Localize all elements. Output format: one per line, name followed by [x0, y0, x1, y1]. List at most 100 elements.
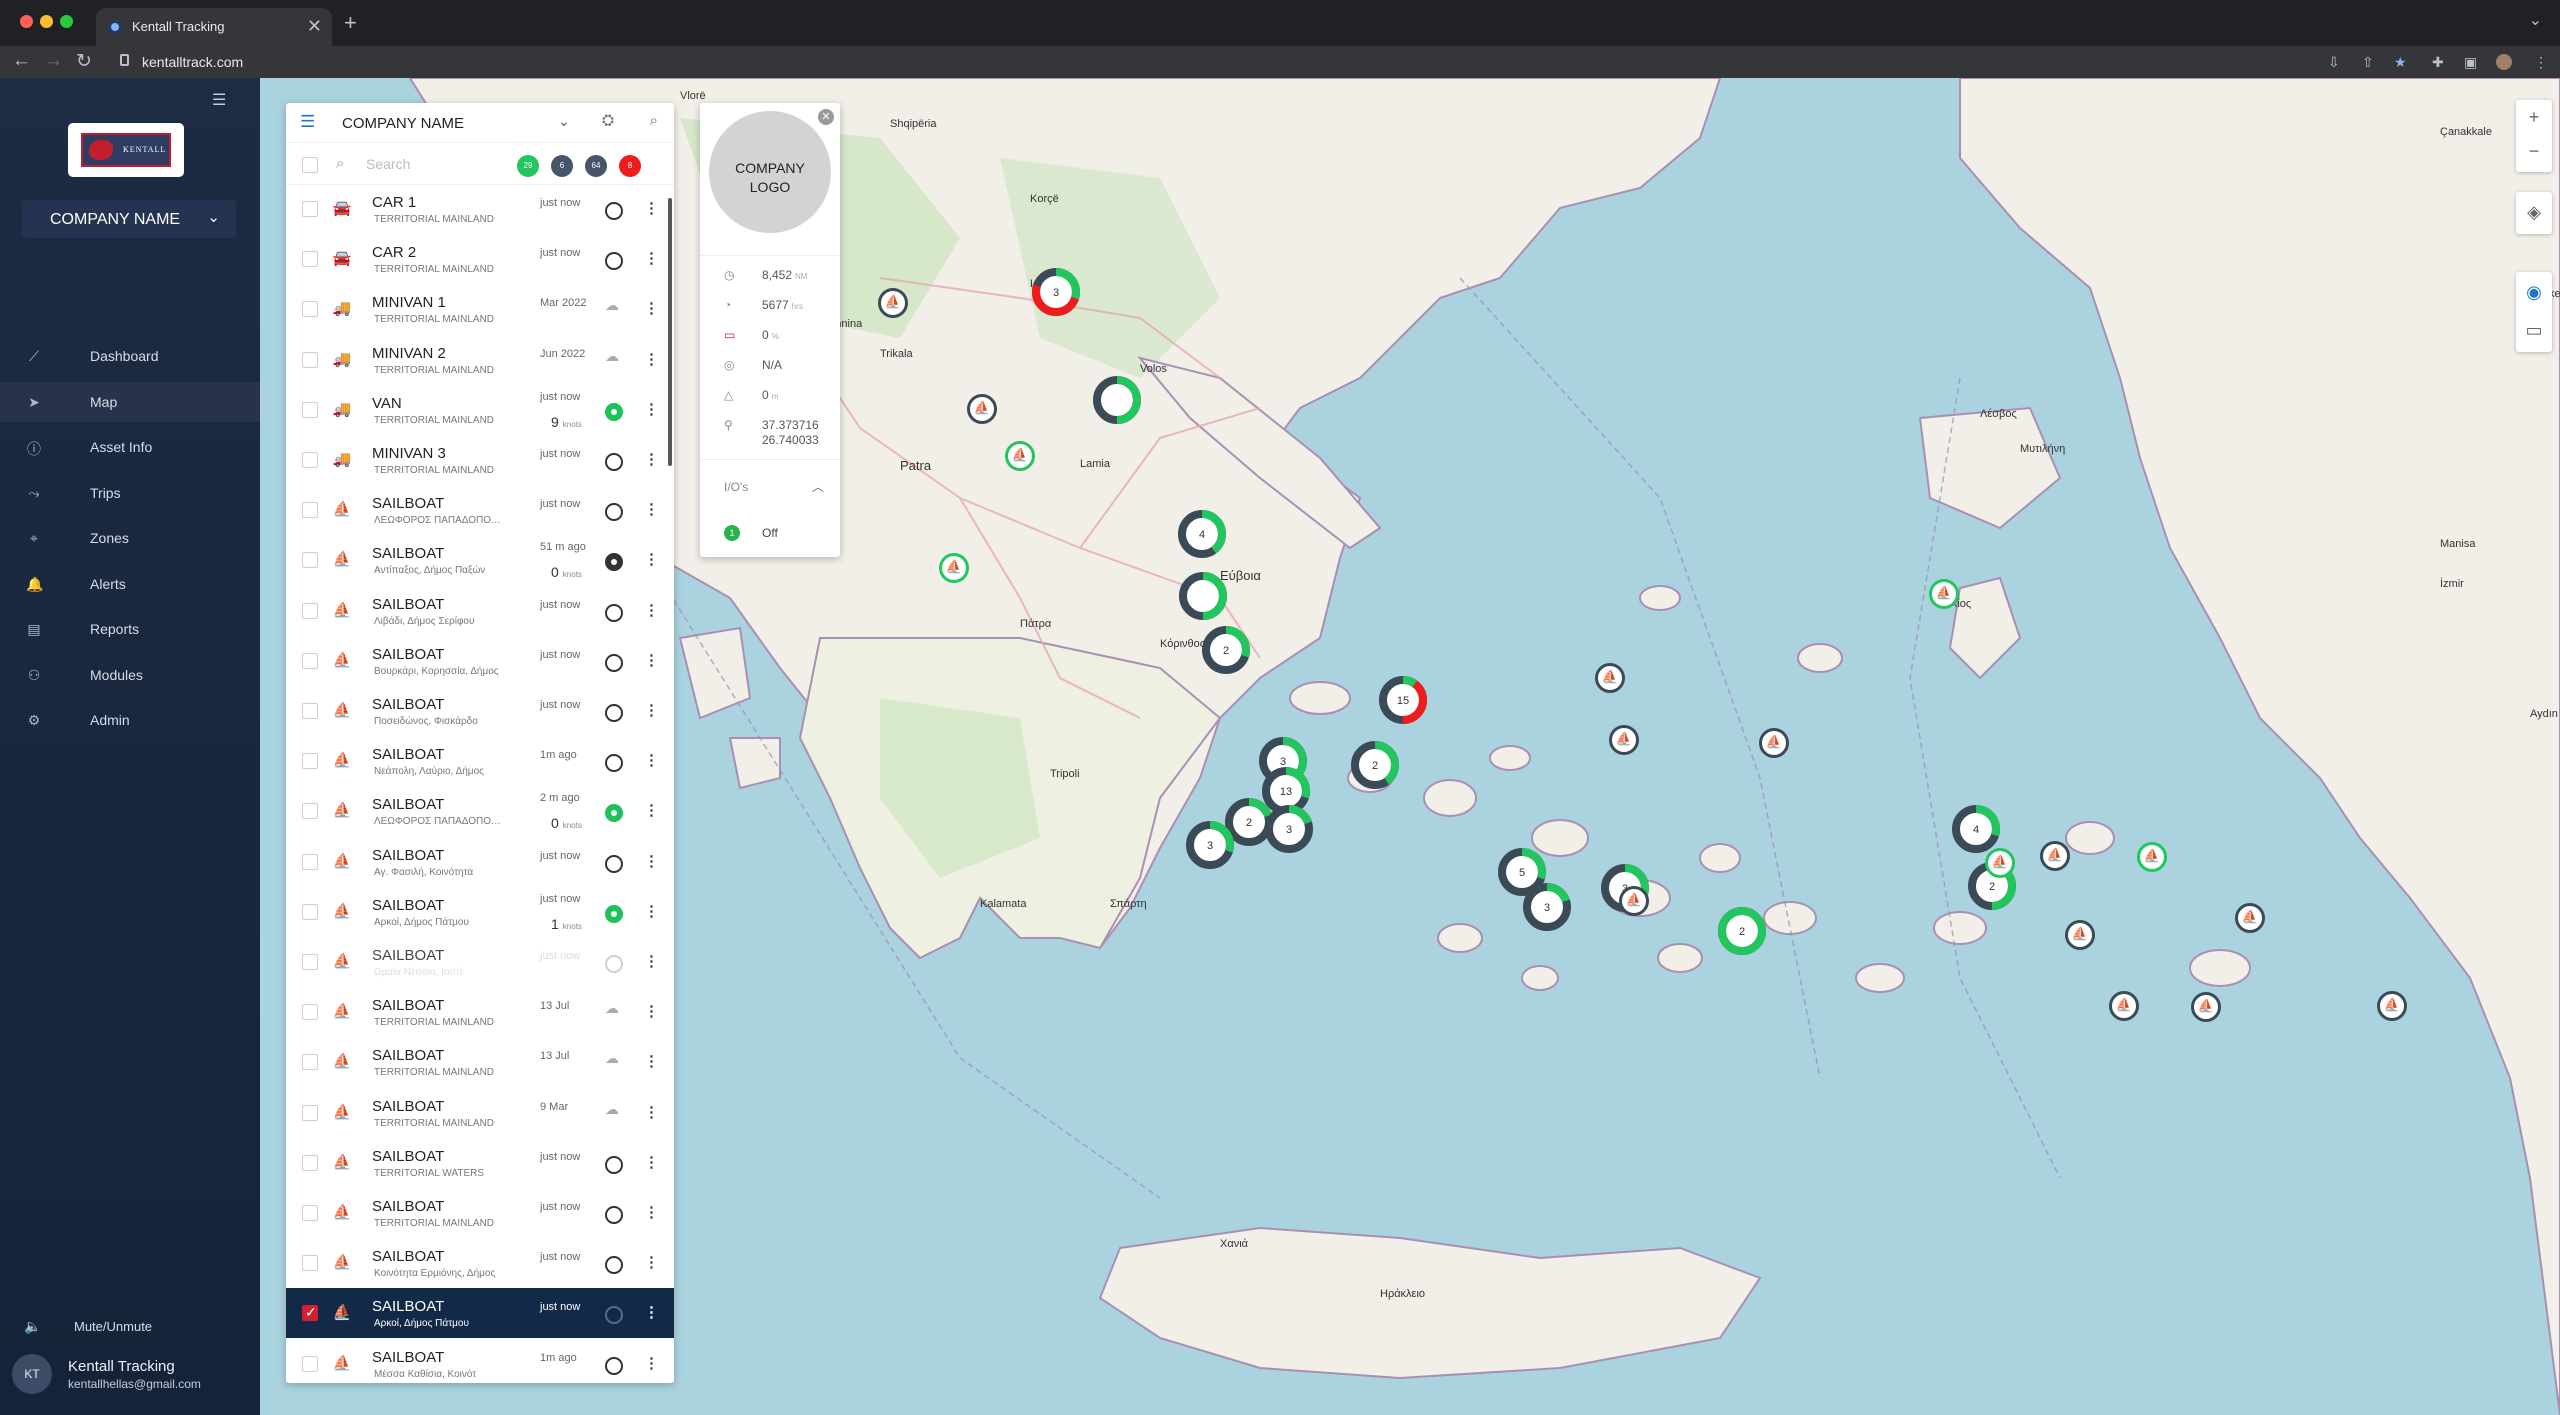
row-checkbox[interactable] [302, 803, 318, 820]
browser-tab[interactable]: Kentall Tracking ✕ [96, 8, 332, 46]
row-checkbox[interactable] [302, 1304, 318, 1322]
status-count-badge[interactable]: 6 [551, 155, 573, 177]
asset-row[interactable]: ⛵ SAILBOAT Αρκοί, Δήμος Πάτμου just now 1 kno… [286, 887, 674, 937]
sailboat-marker-icon[interactable]: ⛵ [878, 288, 908, 318]
sailboat-marker-icon[interactable]: ⛵ [2235, 903, 2265, 933]
row-menu-icon[interactable]: ⋮ [644, 1303, 659, 1321]
asset-row[interactable]: ⛵ SAILBOAT Νεάπολη, Λαύριο, Δήμος 1m ago ⋮ [286, 736, 674, 786]
cluster-marker[interactable] [1091, 374, 1143, 426]
row-checkbox[interactable] [302, 1154, 318, 1171]
row-menu-icon[interactable]: ⋮ [644, 1052, 659, 1070]
asset-row[interactable]: ⛵ SAILBOAT Κοινότητα Ερμιόνης, Δήμος just n… [286, 1238, 674, 1288]
asset-row[interactable]: ⛵ SAILBOAT Αντίπαξος, Δήμος Παξών 51 m ago 0… [286, 535, 674, 585]
asset-row[interactable]: 🚚 MINIVAN 2 TERRITORIAL MAINLAND Jun 2022 ☁ ⋮ [286, 335, 674, 385]
row-menu-icon[interactable]: ⋮ [644, 350, 659, 368]
row-menu-icon[interactable]: ⋮ [644, 1354, 659, 1372]
sailboat-marker-icon[interactable]: ⛵ [1929, 579, 1959, 609]
row-checkbox[interactable] [302, 1004, 318, 1021]
row-checkbox[interactable] [302, 1355, 318, 1372]
install-app-icon[interactable]: ⇩ [2328, 54, 2340, 71]
address-bar[interactable]: kentalltrack.com [104, 49, 2304, 75]
cluster-marker[interactable]: 2 [1716, 905, 1768, 957]
asset-row[interactable]: ⛵ SAILBOAT Μέσσα Καθίσια, Κοινότ 1m ago ⋮ [286, 1339, 674, 1383]
sailboat-marker-icon[interactable]: ⛵ [2040, 841, 2070, 871]
chevron-up-icon[interactable]: ︿ [812, 478, 824, 495]
cluster-marker[interactable]: 3 [1521, 881, 1573, 933]
row-checkbox[interactable] [302, 1104, 318, 1121]
row-menu-icon[interactable]: ⋮ [644, 701, 659, 719]
cluster-marker[interactable]: 3 [1030, 266, 1082, 318]
row-menu-icon[interactable]: ⋮ [644, 299, 659, 317]
asset-row[interactable]: ⛵ SAILBOAT ΛΕΩΦΟΡΟΣ ΠΑΠΑΔΟΠΟΥΛΟΥ 2 m ago 0 kn… [286, 786, 674, 836]
zoom-search-icon[interactable]: ⌕ [650, 112, 658, 129]
sailboat-marker-icon[interactable]: ⛵ [2109, 991, 2139, 1021]
close-window-icon[interactable] [20, 15, 33, 28]
row-menu-icon[interactable]: ⋮ [644, 952, 659, 970]
asset-row[interactable]: ⛵ SAILBOAT Ποσειδώνος, Φισκάρδο just now ⋮ [286, 686, 674, 736]
sidebar-item-asset-info[interactable]: ⓘ Asset Info [0, 427, 260, 467]
cluster-marker[interactable]: 2 [1349, 739, 1401, 791]
cluster-marker[interactable]: 3 [1263, 803, 1315, 855]
row-menu-icon[interactable]: ⋮ [644, 450, 659, 468]
row-checkbox[interactable] [302, 552, 318, 569]
asset-row[interactable]: ⛵ SAILBOAT Αγ. Φασιλή, Κοινότητα just now ⋮ [286, 837, 674, 887]
sidebar-item-dashboard[interactable]: ⟋ Dashboard [0, 336, 260, 376]
share-icon[interactable]: ⇧ [2362, 54, 2374, 71]
extensions-icon[interactable]: ✚ [2432, 54, 2444, 71]
locate-icon[interactable]: ◉ [2516, 282, 2552, 303]
asset-row[interactable]: ⛵ SAILBOAT ΛΕΩΦΟΡΟΣ ΠΑΠΑΔΟΠΟΥΛΟΥ just now ⋮ [286, 485, 674, 535]
sidebar-item-alerts[interactable]: 🔔 Alerts [0, 564, 260, 604]
status-count-badge[interactable]: 8 [619, 155, 641, 177]
list-scrollbar[interactable] [668, 198, 672, 466]
sidebar-item-reports[interactable]: ▤ Reports [0, 609, 260, 649]
cluster-marker[interactable] [1177, 570, 1229, 622]
row-checkbox[interactable] [302, 201, 318, 217]
row-checkbox[interactable] [302, 903, 318, 920]
sailboat-marker-icon[interactable]: ⛵ [1985, 848, 2015, 878]
new-tab-button[interactable]: + [344, 10, 357, 36]
row-menu-icon[interactable]: ⋮ [644, 500, 659, 518]
sailboat-marker-icon[interactable]: ⛵ [2377, 991, 2407, 1021]
sidebar-item-admin[interactable]: ⚙ Admin [0, 700, 260, 740]
asset-row[interactable]: ⛵ SAILBOAT TERRITORIAL MAINLAND 13 Jul ☁ ⋮ [286, 1037, 674, 1087]
row-checkbox[interactable] [302, 1054, 318, 1071]
row-checkbox[interactable] [302, 753, 318, 770]
row-menu-icon[interactable]: ⋮ [644, 1153, 659, 1171]
row-checkbox[interactable] [302, 351, 318, 368]
row-menu-icon[interactable]: ⋮ [644, 550, 659, 568]
maximize-window-icon[interactable] [60, 15, 73, 28]
tab-search-icon[interactable]: ⌄ [2529, 10, 2542, 30]
row-checkbox[interactable] [302, 1205, 318, 1221]
sailboat-marker-icon[interactable]: ⛵ [1005, 441, 1035, 471]
row-checkbox[interactable] [302, 602, 318, 619]
asset-row[interactable]: ⛵ SAILBOAT TERRITORIAL MAINLAND 9 Mar ☁ ⋮ [286, 1088, 674, 1138]
measure-icon[interactable]: ▭ [2516, 320, 2552, 341]
row-menu-icon[interactable]: ⋮ [644, 751, 659, 769]
row-checkbox[interactable] [302, 502, 318, 519]
collapse-sidebar-icon[interactable]: ☰ [212, 90, 226, 110]
sidebar-item-trips[interactable]: ⤳ Trips [0, 473, 260, 513]
row-menu-icon[interactable]: ⋮ [644, 801, 659, 819]
forward-icon[interactable]: → [44, 50, 63, 72]
row-checkbox[interactable] [302, 652, 318, 669]
asset-row[interactable]: 🚘 CAR 1 TERRITORIAL MAINLAND just now ⋮ [286, 184, 674, 234]
bookmark-star-icon[interactable]: ★ [2394, 54, 2407, 71]
row-menu-icon[interactable]: ⋮ [644, 601, 659, 619]
back-icon[interactable]: ← [12, 50, 31, 72]
row-menu-icon[interactable]: ⋮ [644, 400, 659, 418]
search-input[interactable] [366, 153, 506, 175]
cluster-marker[interactable]: 2 [1200, 624, 1252, 676]
satellite-icon[interactable]: ⛭ [602, 112, 614, 129]
row-menu-icon[interactable]: ⋮ [644, 199, 659, 217]
row-checkbox[interactable] [302, 301, 318, 318]
cluster-marker[interactable]: 3 [1184, 819, 1236, 871]
cluster-marker[interactable]: 4 [1176, 508, 1228, 560]
row-menu-icon[interactable]: ⋮ [644, 852, 659, 870]
sailboat-marker-icon[interactable]: ⛵ [1759, 728, 1789, 758]
sailboat-marker-icon[interactable]: ⛵ [2191, 992, 2221, 1022]
cluster-marker[interactable]: 15 [1377, 674, 1429, 726]
reload-icon[interactable]: ↻ [76, 50, 92, 73]
profile-avatar[interactable] [2496, 54, 2512, 70]
row-menu-icon[interactable]: ⋮ [644, 651, 659, 669]
asset-row[interactable]: 🚘 CAR 2 TERRITORIAL MAINLAND just now ⋮ [286, 234, 674, 284]
